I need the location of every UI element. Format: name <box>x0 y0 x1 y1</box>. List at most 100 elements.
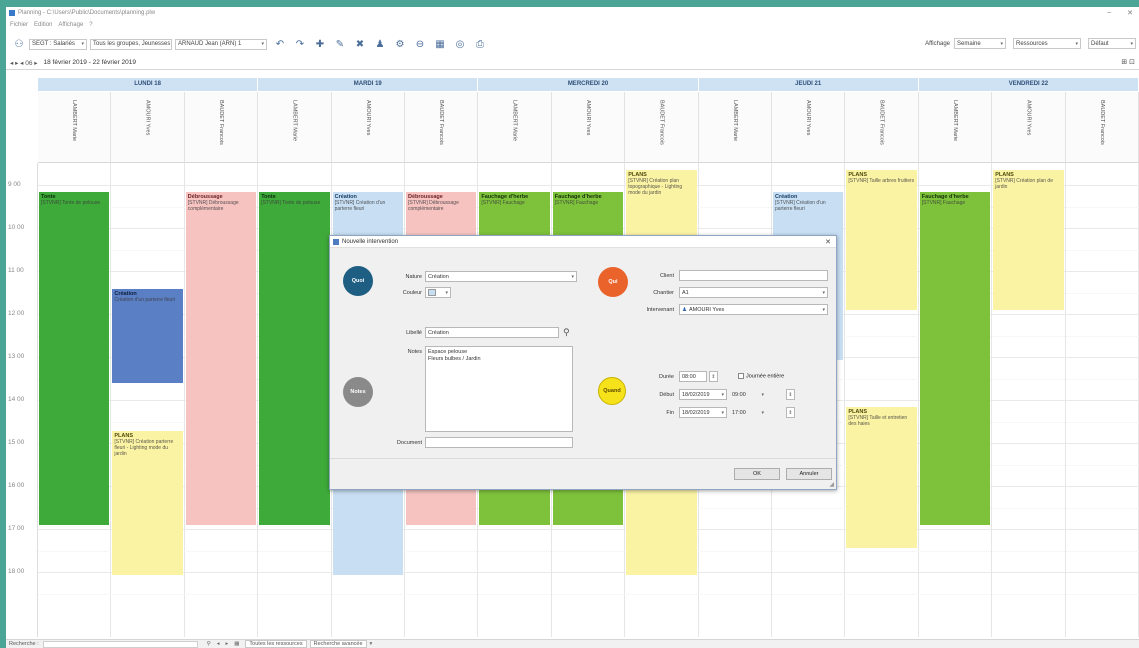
hour-gridline <box>38 185 1139 186</box>
resource-header[interactable]: BAUDET Francois <box>405 92 479 163</box>
calendar-event[interactable]: PLANS [STVNR] Création parterre fleuri - … <box>112 431 183 575</box>
minimize-button[interactable]: – <box>1107 9 1111 17</box>
resource-header[interactable]: AMOURI Yves <box>551 92 626 163</box>
user-icon[interactable]: ♟ <box>373 37 387 51</box>
resize-grip-icon[interactable]: ◢ <box>829 481 834 488</box>
zoom-icon[interactable]: ⊖ <box>413 37 427 51</box>
search-input[interactable] <box>42 640 198 648</box>
tab-advanced-search[interactable]: Recherche avancée <box>309 640 367 648</box>
journee-entiere-checkbox[interactable]: Journée entière <box>738 373 784 379</box>
resource-header[interactable]: BAUDET Francois <box>184 92 259 163</box>
resource-name: AMOURI Yves <box>1025 100 1032 136</box>
profile-combo[interactable]: Défaut ▾ <box>1088 38 1136 49</box>
client-label: Client <box>659 273 674 279</box>
cancel-button[interactable]: Annuler <box>786 468 832 480</box>
chantier-select[interactable]: A1 ▾ <box>679 287 828 298</box>
group-icon[interactable]: ⚇ <box>12 37 26 51</box>
resource-header[interactable]: BAUDET Francois <box>625 92 699 163</box>
day-header[interactable]: VENDREDI 22 <box>918 78 1139 91</box>
lookup-icon[interactable]: ⚲ <box>563 327 570 338</box>
calendar-icon[interactable]: ▦ <box>433 37 447 51</box>
debut-date[interactable]: 18/02/2019 ▾ <box>679 389 727 400</box>
tools-icon[interactable]: ⚙ <box>393 37 407 51</box>
resource-name: LAMBERT Marie <box>71 100 78 142</box>
resource-name: BAUDET Francois <box>658 100 665 145</box>
menu-view[interactable]: Affichage <box>58 22 83 28</box>
nature-select[interactable]: Création ▾ <box>425 271 577 282</box>
close-button[interactable]: ✕ <box>1127 9 1133 17</box>
resource-header[interactable]: LAMBERT Marie <box>918 92 993 163</box>
next-icon[interactable]: ▸ <box>225 641 228 647</box>
hour-gridline <box>38 529 1139 530</box>
fin-date[interactable]: 18/02/2019 ▾ <box>679 407 727 418</box>
menu-file[interactable]: Fichier <box>10 22 28 28</box>
resource-header[interactable]: BAUDET Francois <box>1065 92 1139 163</box>
resource-header[interactable]: LAMBERT Marie <box>698 92 772 163</box>
resource-name: LAMBERT Marie <box>511 100 518 142</box>
fin-spinner[interactable]: ⇕ <box>786 407 795 418</box>
calendar-event[interactable]: Débroussage [STVNR] Débroussage complémen… <box>185 192 257 525</box>
resource-header[interactable]: LAMBERT Marie <box>478 92 552 163</box>
add-icon[interactable]: ✚ <box>313 37 327 51</box>
resource-combo[interactable]: ARNAUD Jean (ARN) 1 ▾ <box>175 38 267 50</box>
menu-bar: Fichier Edition Affichage ? <box>6 20 93 30</box>
menu-help[interactable]: ? <box>89 22 92 28</box>
duree-spinner[interactable]: ⇕ <box>709 371 718 382</box>
hour-label: 13 00 <box>8 353 25 360</box>
redo-icon[interactable]: ↷ <box>293 37 307 51</box>
debut-time[interactable]: 09:00 ▾ <box>730 389 766 400</box>
day-header[interactable]: JEUDI 21 <box>698 78 919 91</box>
toolbar-right: Affichage Semaine ▾ Ressources ▾ Défaut ▾ <box>925 38 1139 49</box>
resource-header[interactable]: AMOURI Yves <box>992 92 1066 163</box>
event-description: [STVNR] Fauchage <box>481 200 525 206</box>
salaries-combo[interactable]: SEGT : Salariés ▾ <box>29 38 87 50</box>
tab-all-resources[interactable]: Toutes les ressources <box>245 640 307 648</box>
color-picker[interactable]: ▾ <box>425 287 451 298</box>
resource-header[interactable]: LAMBERT Marie <box>38 92 112 163</box>
resource-header[interactable]: AMOURI Yves <box>111 92 185 163</box>
view-combo[interactable]: Ressources ▾ <box>1013 38 1081 49</box>
libelle-input[interactable]: Création <box>425 327 559 338</box>
fin-time[interactable]: 17:00 ▾ <box>730 407 766 418</box>
day-header[interactable]: MERCREDI 20 <box>478 78 699 91</box>
filter-icon[interactable]: ▦ <box>234 641 239 647</box>
resource-header[interactable]: AMOURI Yves <box>331 92 405 163</box>
day-header[interactable]: LUNDI 18 <box>38 78 259 91</box>
calendar-event[interactable]: PLANS [STVNR] Création plan de jardin <box>993 170 1064 310</box>
edit-icon[interactable]: ✎ <box>333 37 347 51</box>
hour-label: 16 00 <box>8 482 25 489</box>
prev-icon[interactable]: ◂ <box>217 641 220 647</box>
date-nav-arrows[interactable]: ◂ ▸ ◂ 06 ▸ <box>10 59 38 67</box>
date-navigation: ◂ ▸ ◂ 06 ▸ 18 février 2019 - 22 février … <box>6 56 1139 70</box>
resource-header[interactable]: BAUDET Francois <box>845 92 919 163</box>
document-input[interactable] <box>425 437 573 448</box>
resource-header[interactable]: LAMBERT Marie <box>258 92 332 163</box>
debut-spinner[interactable]: ⇕ <box>786 389 795 400</box>
undo-icon[interactable]: ↶ <box>273 37 287 51</box>
resource-header[interactable]: AMOURI Yves <box>772 92 846 163</box>
refresh-icon[interactable]: ◎ <box>453 37 467 51</box>
period-combo[interactable]: Semaine ▾ <box>954 38 1006 49</box>
search-icon[interactable]: ⚲ <box>207 641 211 647</box>
chevron-down-icon[interactable]: ▾ <box>370 641 373 647</box>
duree-input[interactable]: 08:00 <box>679 371 707 382</box>
hour-label: 15 00 <box>8 439 25 446</box>
notes-textarea[interactable]: Espace pelouse Fleurs bulbes / Jardin <box>425 346 573 432</box>
calendar-event[interactable]: Tonte [STVNR] Tonte de pelouse <box>259 192 330 525</box>
delete-icon[interactable]: ✖ <box>353 37 367 51</box>
calendar-event[interactable]: PLANS [STVNR] Taille et entretien des hai… <box>846 407 917 548</box>
day-header[interactable]: MARDI 19 <box>258 78 479 91</box>
view-toggle-icon[interactable]: ⊞ ⊡ <box>1121 58 1135 66</box>
calendar-event[interactable]: Fauchage d'herbe [STVNR] Fauchage <box>919 192 991 525</box>
calendar-event[interactable]: PLANS [STVNR] Taille arbres fruitiers <box>846 170 917 310</box>
print-icon[interactable]: ⎙ <box>473 37 487 51</box>
new-intervention-dialog: Nouvelle intervention ✕ Quoi Notes Qui Q… <box>329 235 837 490</box>
menu-edit[interactable]: Edition <box>34 22 52 28</box>
dialog-close-icon[interactable]: ✕ <box>825 238 831 246</box>
groups-combo[interactable]: Tous les groupes, Jeunesses▾ <box>90 38 172 50</box>
intervenant-select[interactable]: ♟ AMOURI Yves ▾ <box>679 304 828 315</box>
calendar-event[interactable]: Création Création d'un parterre fleuri <box>112 289 183 383</box>
ok-button[interactable]: OK <box>734 468 780 480</box>
calendar-event[interactable]: Tonte [STVNR] Tonte de pelouse <box>39 192 110 525</box>
client-input[interactable] <box>679 270 828 281</box>
